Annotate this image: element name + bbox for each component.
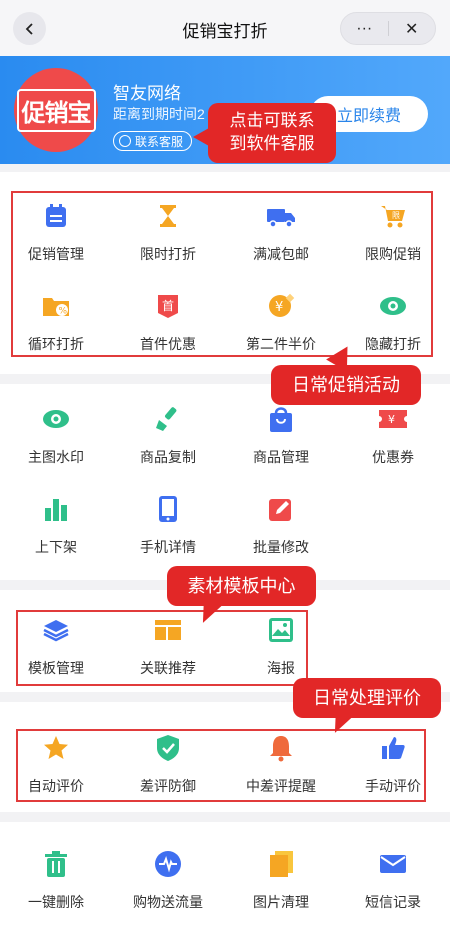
grid-item-watermark[interactable]: 主图水印 xyxy=(0,403,112,467)
app-logo: 促销宝 xyxy=(14,68,98,152)
headset-icon xyxy=(119,135,131,147)
grid-item-copy-goods[interactable]: 商品复制 xyxy=(112,403,224,467)
trash-icon xyxy=(45,851,67,877)
grid-item-label: 商品管理 xyxy=(253,449,309,465)
logo-text: 促销宝 xyxy=(16,88,96,132)
coupon-badge: ¥ xyxy=(388,413,395,426)
pulse-icon xyxy=(155,851,181,877)
grid-item-label: 一键删除 xyxy=(28,894,84,910)
more-button[interactable]: ··· xyxy=(341,13,388,44)
mini-program-capsule: ··· ✕ xyxy=(340,12,436,45)
contact-service-button[interactable]: 联系客服 xyxy=(113,131,193,151)
callout-review: 日常处理评价 xyxy=(293,678,441,718)
grid-item-image-cleanup[interactable]: 图片清理 xyxy=(225,848,337,912)
grid-item-sms-records[interactable]: 短信记录 xyxy=(337,848,449,912)
grid-item-label: 上下架 xyxy=(35,539,77,555)
envelope-icon xyxy=(380,855,406,873)
phone-icon xyxy=(159,496,177,522)
files-icon xyxy=(270,851,293,877)
grid-item-label: 购物送流量 xyxy=(133,894,203,910)
promo-highlight-box xyxy=(11,191,433,357)
contact-label: 联系客服 xyxy=(135,134,184,149)
callout-material-center: 素材模板中心 xyxy=(167,566,316,606)
grid-item-traffic-gift[interactable]: 购物送流量 xyxy=(112,848,224,912)
grid-item-one-click-delete[interactable]: 一键删除 xyxy=(0,848,112,912)
grid-item-shelf[interactable]: 上下架 xyxy=(0,493,112,557)
bar-chart-icon xyxy=(45,499,67,521)
eye-icon xyxy=(43,410,69,428)
callout-pointer xyxy=(193,128,209,146)
grid-item-batch-edit[interactable]: 批量修改 xyxy=(225,493,337,557)
grid-item-label: 图片清理 xyxy=(253,894,309,910)
grid-item-label: 手机详情 xyxy=(140,539,196,555)
grid-item-label: 主图水印 xyxy=(28,449,84,465)
callout-daily-promo: 日常促销活动 xyxy=(271,365,421,405)
grid-item-label: 商品复制 xyxy=(140,449,196,465)
review-highlight-box xyxy=(16,729,426,802)
navbar: 促销宝打折 ··· ✕ xyxy=(0,0,450,56)
material-highlight-box xyxy=(16,610,308,686)
grid-item-label: 优惠券 xyxy=(372,449,414,465)
grid-item-label: 短信记录 xyxy=(365,894,421,910)
grid-item-mobile-detail[interactable]: 手机详情 xyxy=(112,493,224,557)
grid-item-goods-manage[interactable]: 商品管理 xyxy=(225,403,337,467)
close-button[interactable]: ✕ xyxy=(389,13,436,44)
brush-icon xyxy=(156,407,177,431)
callout-contact: 点击可联系 到软件客服 xyxy=(208,103,336,163)
coupon-icon: ¥ xyxy=(379,410,407,428)
expire-text: 距离到期时间2 xyxy=(113,106,205,122)
company-name: 智友网络 xyxy=(113,84,181,103)
edit-icon xyxy=(269,499,291,521)
grid-item-label: 批量修改 xyxy=(253,539,309,555)
grid-item-coupon[interactable]: ¥ 优惠券 xyxy=(337,403,449,467)
shopping-bag-icon xyxy=(270,407,292,432)
